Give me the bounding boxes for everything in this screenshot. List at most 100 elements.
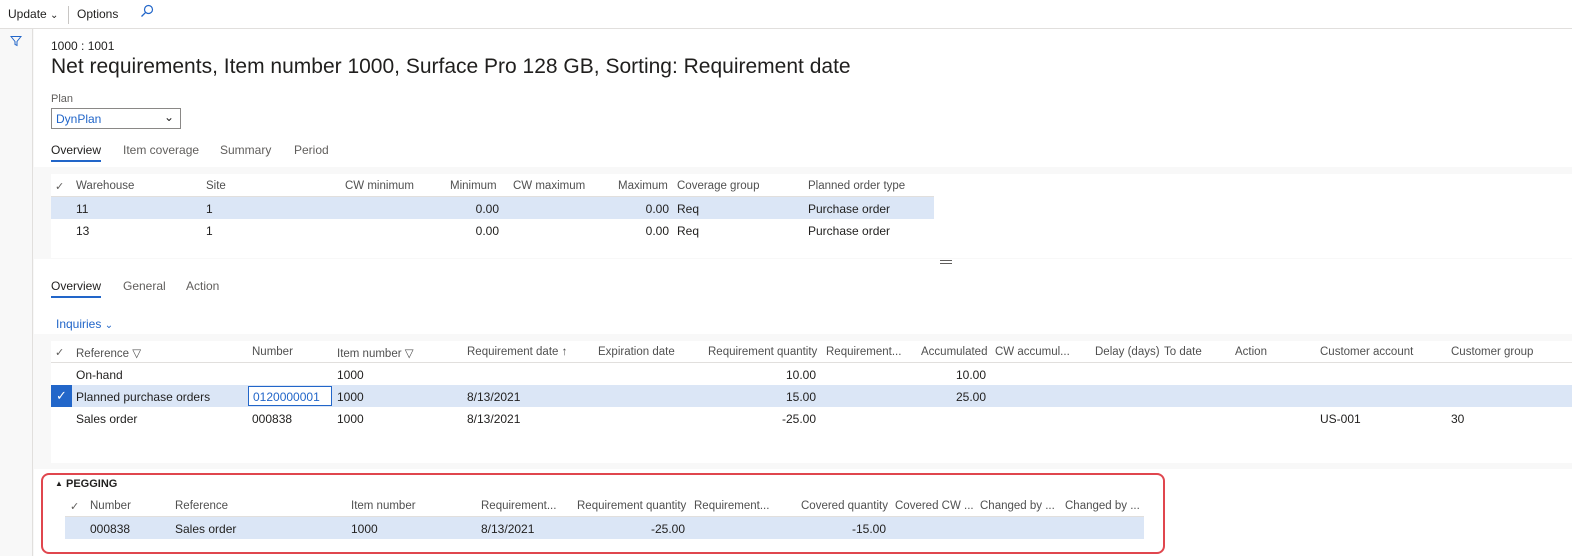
col-reference[interactable]: Reference ▽ xyxy=(76,346,141,360)
col-peg-changed-by-2[interactable]: Changed by ... xyxy=(1065,500,1140,512)
col-peg-reference[interactable]: Reference xyxy=(175,500,228,512)
col-expiration-date[interactable]: Expiration date xyxy=(598,346,675,358)
select-all-checkmark-icon[interactable]: ✓ xyxy=(55,346,64,359)
row-selected-checkbox[interactable]: ✓ xyxy=(51,385,72,407)
col-item-number[interactable]: Item number ▽ xyxy=(337,346,414,360)
col-customer-account[interactable]: Customer account xyxy=(1320,346,1413,358)
update-label: Update xyxy=(8,7,47,21)
search-icon[interactable] xyxy=(140,4,154,21)
col-cw-accumulated[interactable]: CW accumul... xyxy=(995,346,1070,358)
customer-group-cell: 30 xyxy=(1451,412,1465,426)
col-requirement-quantity[interactable]: Requirement quantity xyxy=(708,346,817,358)
number-cell-value[interactable]: 0120000001 xyxy=(253,390,320,404)
pegging-section-title[interactable]: PEGGING xyxy=(66,478,117,490)
requirement-quantity-cell: 15.00 xyxy=(785,390,816,404)
number-cell[interactable]: 000838 xyxy=(252,412,292,426)
col-coverage-group[interactable]: Coverage group xyxy=(677,180,759,192)
col-delay-days[interactable]: Delay (days) xyxy=(1095,346,1160,358)
update-menu-button[interactable]: Update ⌄ xyxy=(8,7,58,21)
item-number-cell: 1000 xyxy=(337,368,364,382)
coverage-group-cell[interactable]: Req xyxy=(677,202,699,216)
col-number[interactable]: Number xyxy=(252,346,293,358)
peg-requirement-quantity-cell: -25.00 xyxy=(650,522,685,536)
requirement-date-cell: 8/13/2021 xyxy=(467,390,521,404)
page-title: Net requirements, Item number 1000, Surf… xyxy=(51,55,851,78)
reference-cell: Planned purchase orders xyxy=(76,390,211,404)
requirement-quantity-cell: 10.00 xyxy=(785,368,816,382)
col-peg-changed-by-1[interactable]: Changed by ... xyxy=(980,500,1055,512)
tab-summary[interactable]: Summary xyxy=(220,143,271,157)
col-site[interactable]: Site xyxy=(206,180,226,192)
col-peg-covered-quantity[interactable]: Covered quantity xyxy=(801,500,888,512)
tab-action[interactable]: Action xyxy=(186,279,219,293)
reference-cell: On-hand xyxy=(76,368,123,382)
col-peg-covered-cw[interactable]: Covered CW ... xyxy=(895,500,974,512)
accumulated-cell: 25.00 xyxy=(955,390,986,404)
col-peg-requirement-date[interactable]: Requirement... xyxy=(481,500,556,512)
tab-period[interactable]: Period xyxy=(294,143,329,157)
col-reference-label: Reference xyxy=(76,348,130,360)
col-planned-order-type[interactable]: Planned order type xyxy=(808,180,905,192)
select-all-checkmark-icon[interactable]: ✓ xyxy=(55,180,64,193)
col-peg-number[interactable]: Number xyxy=(90,500,131,512)
splitter-handle[interactable] xyxy=(940,260,952,261)
toolbar-divider xyxy=(68,6,69,24)
col-cw-minimum[interactable]: CW minimum xyxy=(345,180,414,192)
col-warehouse[interactable]: Warehouse xyxy=(76,180,134,192)
peg-covered-quantity-cell: -15.00 xyxy=(851,522,886,536)
sort-ascending-icon: ↑ xyxy=(561,346,568,358)
col-action[interactable]: Action xyxy=(1235,346,1267,358)
chevron-down-icon: ⌄ xyxy=(50,10,59,21)
peg-number-cell[interactable]: 000838 xyxy=(90,522,130,536)
chevron-down-icon: ⌄ xyxy=(104,320,114,331)
peg-requirement-date-cell: 8/13/2021 xyxy=(481,522,535,536)
col-customer-group[interactable]: Customer group xyxy=(1451,346,1533,358)
item-number-cell[interactable]: 1000 xyxy=(337,412,364,426)
col-peg-requirement-2[interactable]: Requirement... xyxy=(694,500,769,512)
tab-overview-lower[interactable]: Overview xyxy=(51,279,102,298)
options-button[interactable]: Options xyxy=(77,7,118,21)
minimum-cell: 0.00 xyxy=(475,202,499,216)
warehouse-cell[interactable]: 11 xyxy=(76,202,88,216)
action-pane: Update ⌄ Options xyxy=(0,0,1572,29)
col-minimum[interactable]: Minimum xyxy=(450,180,497,192)
minimum-cell: 0.00 xyxy=(475,224,499,238)
reference-cell: Sales order xyxy=(76,412,138,426)
breadcrumb: 1000 : 1001 xyxy=(51,39,115,53)
col-peg-item-number[interactable]: Item number xyxy=(351,500,416,512)
select-all-checkmark-icon[interactable]: ✓ xyxy=(70,500,79,513)
item-number-cell[interactable]: 1000 xyxy=(337,390,364,404)
filter-icon: ▽ xyxy=(404,348,414,360)
inquiries-menu-button[interactable]: Inquiries ⌄ xyxy=(56,317,113,331)
plan-select[interactable]: DynPlan ⌄ xyxy=(51,108,181,129)
filter-icon[interactable] xyxy=(9,35,23,50)
inquiries-label: Inquiries xyxy=(56,317,102,331)
tab-overview[interactable]: Overview xyxy=(51,143,102,162)
col-item-number-label: Item number xyxy=(337,348,402,360)
filter-rail xyxy=(0,29,33,556)
number-cell-focused[interactable]: 0120000001 xyxy=(248,386,332,406)
header-divider xyxy=(51,362,1572,363)
accumulated-cell: 10.00 xyxy=(955,368,986,382)
main-content: 1000 : 1001 Net requirements, Item numbe… xyxy=(34,29,1572,556)
splitter-handle-line xyxy=(940,263,952,264)
customer-account-cell[interactable]: US-001 xyxy=(1320,412,1361,426)
peg-item-number-cell[interactable]: 1000 xyxy=(351,522,378,536)
col-to-date[interactable]: To date xyxy=(1164,346,1202,358)
col-maximum[interactable]: Maximum xyxy=(618,180,668,192)
col-accumulated[interactable]: Accumulated xyxy=(921,346,987,358)
col-peg-requirement-quantity[interactable]: Requirement quantity xyxy=(577,500,686,512)
planned-order-type-cell: Purchase order xyxy=(808,202,891,216)
col-requirement-2[interactable]: Requirement... xyxy=(826,346,901,358)
col-cw-maximum[interactable]: CW maximum xyxy=(513,180,585,192)
chevron-down-icon: ⌄ xyxy=(163,110,174,124)
collapse-triangle-icon[interactable]: ▲ xyxy=(55,479,63,488)
filter-icon: ▽ xyxy=(132,348,142,360)
tab-item-coverage[interactable]: Item coverage xyxy=(123,143,199,157)
tab-general[interactable]: General xyxy=(123,279,166,293)
requirement-quantity-cell: -25.00 xyxy=(781,412,816,426)
site-cell[interactable]: 1 xyxy=(206,224,213,238)
site-cell[interactable]: 1 xyxy=(206,202,213,216)
col-requirement-date[interactable]: Requirement date ↑ xyxy=(467,346,567,358)
warehouse-cell[interactable]: 13 xyxy=(76,224,89,238)
